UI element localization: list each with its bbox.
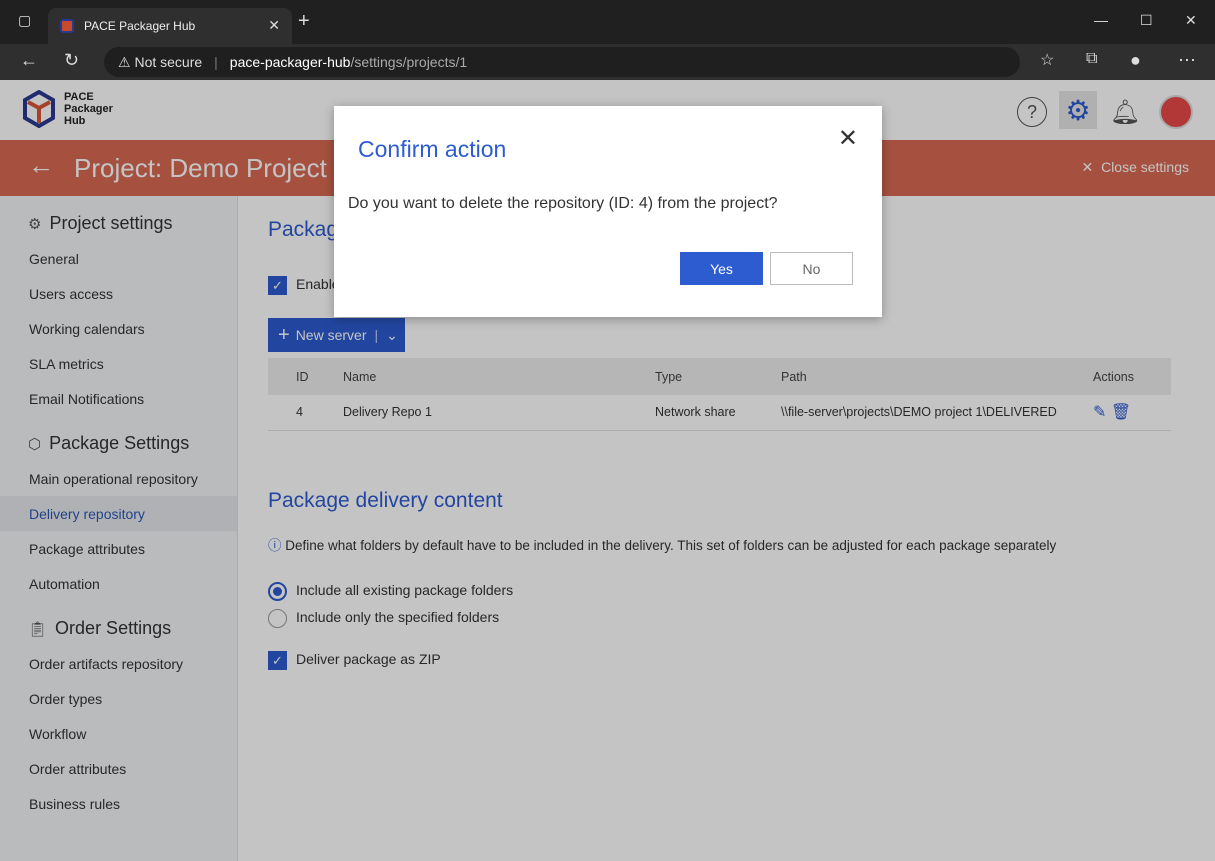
collections-icon[interactable]: ⧉ <box>1086 50 1097 68</box>
more-icon[interactable]: ⋯ <box>1178 50 1196 71</box>
profile-icon[interactable]: ● <box>1130 50 1141 71</box>
no-button[interactable]: No <box>770 252 853 285</box>
back-icon[interactable]: ← <box>20 50 38 71</box>
favicon-icon <box>60 19 74 33</box>
close-tab-icon[interactable]: ✕ <box>268 17 280 34</box>
dialog-title: Confirm action <box>358 136 507 162</box>
url-field[interactable]: ⚠ Not secure | pace-packager-hub/setting… <box>104 47 1020 77</box>
warning-icon: ⚠ <box>118 53 135 70</box>
refresh-icon[interactable]: ↻ <box>64 50 79 71</box>
tab-actions-icon[interactable]: ▢ <box>18 12 31 29</box>
minimize-icon[interactable]: — <box>1094 12 1108 28</box>
close-icon[interactable]: ✕ <box>838 124 858 153</box>
browser-tabbar: ▢ PACE Packager Hub ✕ + — ☐ ✕ <box>0 0 1215 44</box>
address-bar: ← ↻ ⚠ Not secure | pace-packager-hub/set… <box>0 44 1215 80</box>
tab-title: PACE Packager Hub <box>84 19 196 33</box>
close-window-icon[interactable]: ✕ <box>1185 12 1197 29</box>
confirm-dialog: Confirm action ✕ Do you want to delete t… <box>334 106 882 317</box>
favorites-icon[interactable]: ☆ <box>1040 50 1054 70</box>
yes-button[interactable]: Yes <box>680 252 763 285</box>
url-host: pace-packager-hub <box>229 54 351 70</box>
url-path: /settings/projects/1 <box>350 54 468 70</box>
security-label: Not secure <box>134 54 203 70</box>
browser-tab[interactable]: PACE Packager Hub ✕ <box>48 8 292 44</box>
maximize-icon[interactable]: ☐ <box>1140 12 1153 29</box>
new-tab-icon[interactable]: + <box>298 10 310 33</box>
dialog-message: Do you want to delete the repository (ID… <box>348 195 778 212</box>
